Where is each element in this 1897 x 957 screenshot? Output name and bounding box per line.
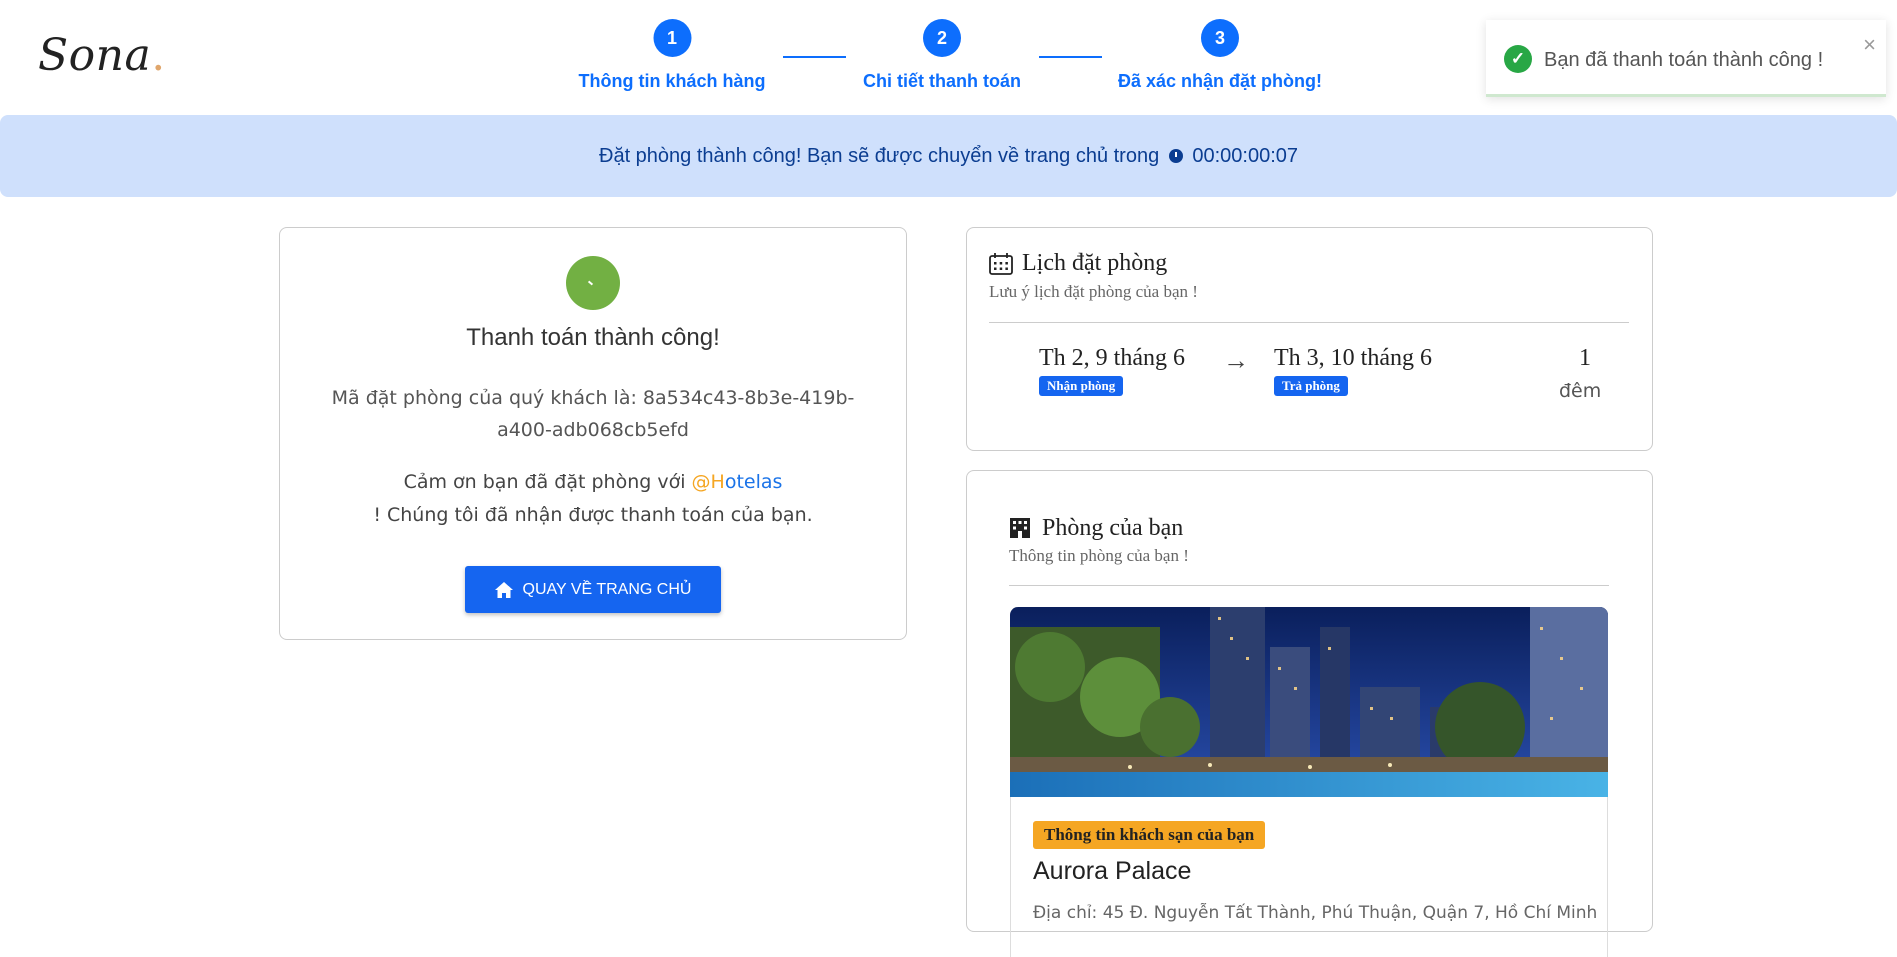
schedule-subtitle: Lưu ý lịch đặt phòng của bạn ! (989, 282, 1198, 301)
check-circle-icon: ✓ (1504, 45, 1532, 73)
success-toast: ✓ Bạn đã thanh toán thành công ! × (1486, 20, 1886, 97)
success-icon (566, 256, 620, 310)
brand-name: @Hotelas (692, 471, 783, 493)
step-connector (783, 56, 846, 58)
step-label: Thông tin khách hàng (578, 71, 766, 91)
booking-code: Mã đặt phòng của quý khách là: 8a534c43-… (331, 387, 855, 441)
thanks-suffix: ! Chúng tôi đã nhận được thanh toán của … (373, 504, 813, 526)
thanks-prefix: Cảm ơn bạn đã đặt phòng với (403, 471, 686, 493)
hotel-image (1010, 607, 1608, 797)
step-payment-details: 2 Chi tiết thanh toán (863, 19, 1021, 92)
hotel-name: Aurora Palace (1033, 857, 1192, 885)
schedule-title: Lịch đặt phòng (1022, 250, 1168, 276)
logo-text: Sona (38, 30, 152, 81)
room-subtitle: Thông tin phòng của bạn ! (1009, 546, 1189, 565)
checkout-badge: Trả phòng (1274, 376, 1348, 396)
brand-at: @ (691, 471, 711, 493)
logo[interactable]: Sona. (38, 30, 166, 81)
step-label: Chi tiết thanh toán (863, 71, 1021, 91)
date-arrow: → (1223, 345, 1249, 375)
step-confirmed: 3 Đã xác nhận đặt phòng! (1118, 19, 1322, 92)
step-label: Đã xác nhận đặt phòng! (1117, 71, 1323, 91)
your-room-card: Phòng của bạn Thông tin phòng của bạn ! (966, 470, 1653, 957)
hotel-address: Địa chỉ: 45 Đ. Nguyễn Tất Thành, Phú Thu… (1033, 903, 1598, 923)
brand-rest: otelas (724, 471, 783, 493)
close-icon[interactable]: × (1863, 32, 1876, 58)
checkout-stepper: 1 Thông tin khách hàng 2 Chi tiết thanh … (570, 19, 1350, 99)
payment-title: Thanh toán thành công! (466, 324, 720, 351)
room-title: Phòng của bạn (1042, 515, 1184, 541)
home-icon (494, 581, 513, 598)
step-customer-info: 1 Thông tin khách hàng (579, 19, 766, 92)
step-number: 1 (653, 19, 691, 57)
hotel-info-tag: Thông tin khách sạn của bạn (1033, 821, 1266, 849)
toast-message: Bạn đã thanh toán thành công ! (1544, 49, 1824, 71)
step-number: 2 (922, 19, 961, 57)
schedule-divider (989, 322, 1629, 323)
room-divider (1009, 585, 1609, 586)
logo-dot: . (151, 30, 166, 81)
payment-success-card: Thanh toán thành công! Mã đặt phòng của … (279, 227, 907, 640)
calendar-icon (989, 253, 1013, 275)
step-number: 3 (1200, 19, 1239, 57)
clock-icon (1168, 149, 1183, 163)
nights-label: đêm (1559, 380, 1602, 402)
banner-text: Đặt phòng thành công! Bạn sẽ được chuyển… (599, 145, 1160, 167)
checkin-badge: Nhận phòng (1039, 376, 1124, 396)
redirect-banner: Đặt phòng thành công! Bạn sẽ được chuyển… (0, 115, 1897, 197)
step-connector (1039, 56, 1102, 58)
countdown-timer: 00:00:00:07 (1192, 145, 1298, 167)
brand-h: H (710, 471, 725, 493)
back-home-label: QUAY VỀ TRANG CHỦ (522, 580, 692, 598)
hotel-info: Thông tin khách sạn của bạn Aurora Palac… (1010, 797, 1608, 957)
checkin-date: Th 2, 9 tháng 6 (1039, 345, 1185, 371)
booking-schedule-card: Lịch đặt phòng Lưu ý lịch đặt phòng của … (966, 227, 1653, 451)
back-home-button[interactable]: QUAY VỀ TRANG CHỦ (464, 566, 722, 613)
checkout-date: Th 3, 10 tháng 6 (1274, 345, 1432, 371)
nights-count: 1 (1579, 345, 1591, 371)
building-icon (1010, 518, 1030, 538)
thank-you-message: Cảm ơn bạn đã đặt phòng với @Hotelas ! C… (313, 466, 873, 532)
